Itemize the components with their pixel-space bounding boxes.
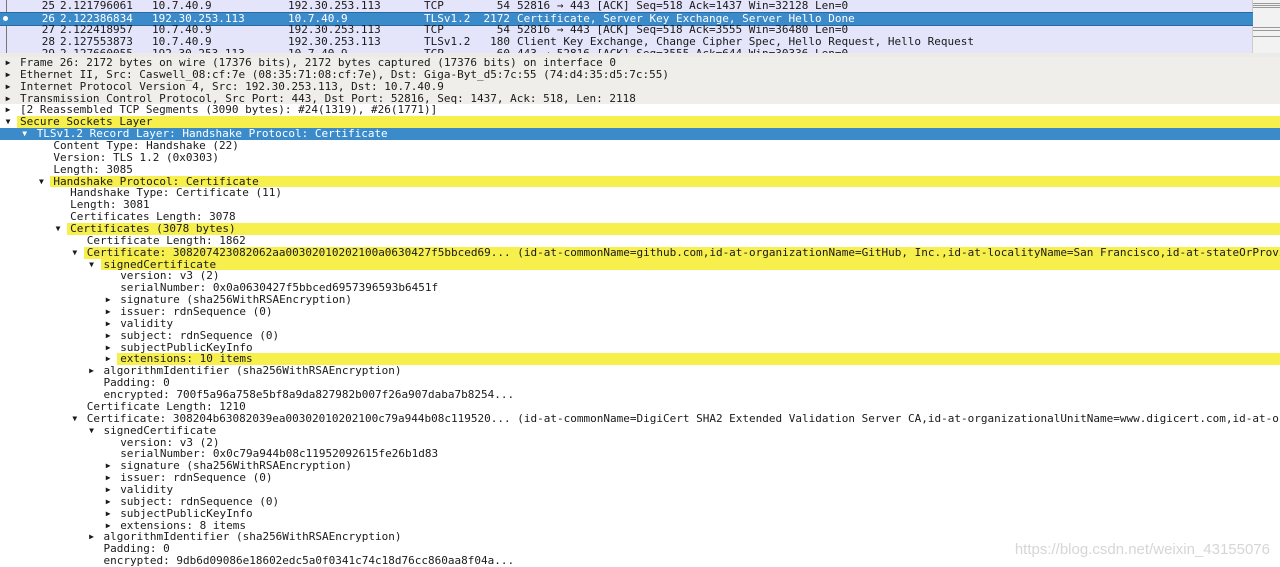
collapsed-triangle-icon[interactable]: ▶ xyxy=(103,496,113,508)
collapsed-triangle-icon[interactable]: ▶ xyxy=(3,104,13,116)
tree-item-label: Version: TLS 1.2 (0x0303) xyxy=(53,152,219,164)
packet-dst: 192.30.253.113 xyxy=(288,0,381,12)
tree-item-label: subjectPublicKeyInfo xyxy=(120,508,252,520)
tree-item-label: Length: 3085 xyxy=(53,164,132,176)
collapsed-triangle-icon[interactable]: ▶ xyxy=(103,342,113,354)
tree-item[interactable]: ▶ Internet Protocol Version 4, Src: 192.3… xyxy=(0,81,1280,93)
tree-item[interactable]: ▼ Certificate: 308207423082062aa003020102… xyxy=(0,247,1280,259)
packet-detail-tree: ▶Frame 26: 2172 bytes on wire (17376 bit… xyxy=(0,57,1280,567)
collapsed-triangle-icon[interactable]: ▶ xyxy=(87,531,97,543)
collapsed-triangle-icon[interactable]: ▶ xyxy=(103,484,113,496)
tree-item-label: encrypted: 9db6d09086e18602edc5a0f0341c7… xyxy=(104,555,515,567)
packet-list-scrollbar[interactable] xyxy=(1252,0,1280,53)
tree-item[interactable]: Handshake Type: Certificate (11) xyxy=(0,187,1280,199)
tree-item[interactable]: ▶issuer: rdnSequence (0) xyxy=(0,306,1280,318)
tree-item[interactable]: Version: TLS 1.2 (0x0303) xyxy=(0,152,1280,164)
expanded-triangle-icon[interactable]: ▼ xyxy=(20,128,30,140)
tree-item-label: Internet Protocol Version 4, Src: 192.30… xyxy=(20,81,444,93)
tree-item-label: signedCertificate xyxy=(104,425,217,437)
collapsed-triangle-icon[interactable]: ▶ xyxy=(87,365,97,377)
selected-packet-marker xyxy=(3,16,8,21)
collapsed-triangle-icon[interactable]: ▶ xyxy=(103,330,113,342)
collapsed-triangle-icon[interactable]: ▶ xyxy=(3,69,13,81)
tree-item[interactable]: Certificate Length: 1862 xyxy=(0,235,1280,247)
tree-item[interactable]: ▼ Certificate: 308204b63082039ea003020102… xyxy=(0,413,1280,425)
packet-proto: TCP xyxy=(424,0,444,12)
expanded-triangle-icon[interactable]: ▼ xyxy=(70,247,80,259)
collapsed-triangle-icon[interactable]: ▶ xyxy=(3,57,13,69)
watermark: https://blog.csdn.net/weixin_43155076 xyxy=(1015,541,1270,558)
packet-row[interactable]: 25 2.121796061 10.7.40.9 192.30.253.113 TCP 5… xyxy=(0,0,1253,12)
tree-item-label: Certificate Length: 1862 xyxy=(87,235,246,247)
collapsed-triangle-icon[interactable]: ▶ xyxy=(103,472,113,484)
tree-item[interactable]: Certificate Length: 1210 xyxy=(0,401,1280,413)
expanded-triangle-icon[interactable]: ▼ xyxy=(36,176,46,188)
collapsed-triangle-icon[interactable]: ▶ xyxy=(103,460,113,472)
tree-item[interactable]: ▶algorithmIdentifier (sha256WithRSAEncry… xyxy=(0,365,1280,377)
tree-item-label: Certificate: 308204b63082039ea0030201020… xyxy=(87,413,1280,425)
tree-item[interactable]: ▶[2 Reassembled TCP Segments (3090 bytes… xyxy=(0,104,1280,116)
packet-len: 54 xyxy=(470,0,510,12)
tree-item[interactable]: ▶ subjectPublicKeyInfo xyxy=(0,508,1280,520)
tree-item[interactable]: ▼ signedCertificate xyxy=(0,425,1280,437)
expanded-triangle-icon[interactable]: ▼ xyxy=(87,259,97,271)
collapsed-triangle-icon[interactable]: ▶ xyxy=(103,294,113,306)
packet-src: 10.7.40.9 xyxy=(152,0,212,12)
tree-item[interactable]: ▶ Ethernet II, Src: Caswell_08:cf:7e (08:… xyxy=(0,69,1280,81)
highlight-band xyxy=(67,223,1280,235)
tree-item[interactable]: ▶issuer: rdnSequence (0) xyxy=(0,472,1280,484)
tree-item-label: Certificate Length: 1210 xyxy=(87,401,246,413)
collapsed-triangle-icon[interactable]: ▶ xyxy=(103,318,113,330)
packet-time: 2.121796061 xyxy=(60,0,133,12)
collapsed-triangle-icon[interactable]: ▶ xyxy=(103,306,113,318)
tree-item[interactable]: ▶ subject: rdnSequence (0) xyxy=(0,330,1280,342)
tree-item-label: subject: rdnSequence (0) xyxy=(120,330,279,342)
highlight-band xyxy=(101,259,1280,271)
tree-item[interactable]: Length: 3085 xyxy=(0,164,1280,176)
expanded-triangle-icon[interactable]: ▼ xyxy=(3,116,13,128)
tree-item[interactable]: ▶ validity xyxy=(0,318,1280,330)
packet-no: 25 xyxy=(20,0,55,12)
packet-info: 52816 → 443 [ACK] Seq=518 Ack=1437 Win=3… xyxy=(517,0,848,12)
tree-item-label: validity xyxy=(120,318,173,330)
expanded-triangle-icon[interactable]: ▼ xyxy=(87,425,97,437)
collapsed-triangle-icon[interactable]: ▶ xyxy=(103,508,113,520)
tree-item-label: Ethernet II, Src: Caswell_08:cf:7e (08:3… xyxy=(20,69,669,81)
collapsed-triangle-icon[interactable]: ▶ xyxy=(3,81,13,93)
packet-list: 25 2.121796061 10.7.40.9 192.30.253.113 TCP 5… xyxy=(0,0,1280,54)
tree-item-label: subject: rdnSequence (0) xyxy=(120,496,279,508)
expanded-triangle-icon[interactable]: ▼ xyxy=(53,223,63,235)
tree-item-label: Certificate: 308207423082062aa0030201020… xyxy=(87,247,1280,259)
collapsed-triangle-icon[interactable]: ▶ xyxy=(3,93,13,105)
expanded-triangle-icon[interactable]: ▼ xyxy=(70,413,80,425)
tree-item[interactable]: ▶ subject: rdnSequence (0) xyxy=(0,496,1280,508)
